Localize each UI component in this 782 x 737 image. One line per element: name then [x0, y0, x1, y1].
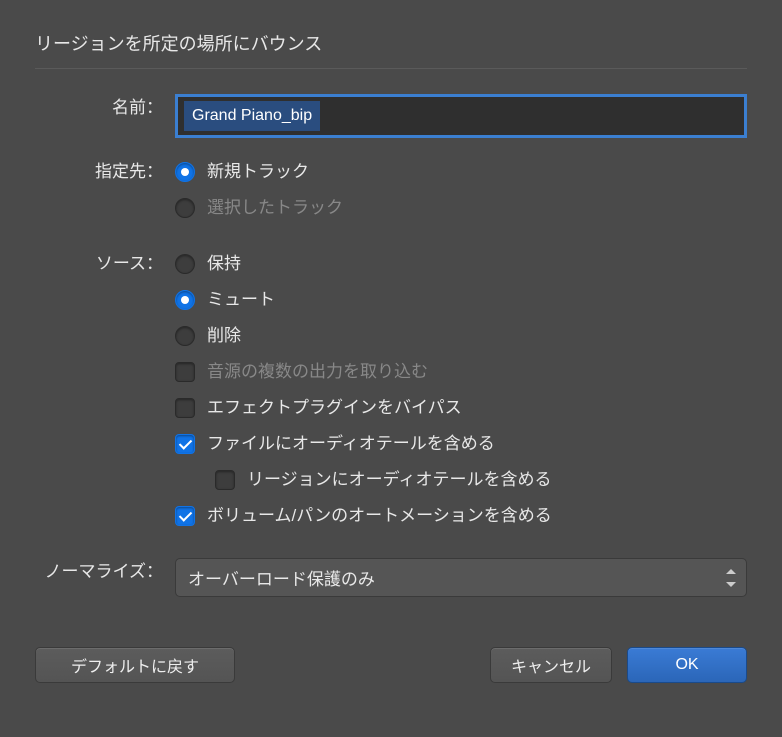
updown-icon — [724, 568, 738, 588]
radio-label: ミュート — [207, 286, 275, 314]
restore-defaults-button[interactable]: デフォルトに戻す — [35, 647, 235, 683]
checkbox-label: 音源の複数の出力を取り込む — [207, 358, 428, 386]
include-vol-pan-automation[interactable]: ボリューム/パンのオートメーションを含める — [175, 502, 747, 530]
checkbox-icon — [175, 362, 195, 382]
source-keep[interactable]: 保持 — [175, 250, 747, 278]
checkbox-label: エフェクトプラグインをバイパス — [207, 394, 462, 422]
dialog-title: リージョンを所定の場所にバウンス — [35, 30, 747, 56]
radio-icon — [175, 254, 195, 274]
checkbox-icon — [215, 470, 235, 490]
include-audio-tail-region[interactable]: リージョンにオーディオテールを含める — [215, 466, 747, 494]
destination-label: 指定先： — [35, 158, 175, 186]
radio-label: 削除 — [207, 322, 241, 350]
radio-label: 選択したトラック — [207, 194, 343, 222]
radio-icon — [175, 162, 195, 182]
radio-icon — [175, 290, 195, 310]
checkbox-label: ファイルにオーディオテールを含める — [207, 430, 495, 458]
source-mute[interactable]: ミュート — [175, 286, 747, 314]
normalize-select[interactable]: オーバーロード保護のみ — [175, 558, 747, 597]
ok-button[interactable]: OK — [627, 647, 747, 683]
name-row: 名前： Grand Piano_bip — [35, 94, 747, 138]
select-value: オーバーロード保護のみ — [188, 570, 375, 589]
source-row: ソース： 保持 ミュート 削除 音源の複数の出力を取り込む エフェクトプラグイン… — [35, 250, 747, 538]
destination-new-track[interactable]: 新規トラック — [175, 158, 747, 186]
normalize-row: ノーマライズ： オーバーロード保護のみ — [35, 558, 747, 597]
destination-selected-track: 選択したトラック — [175, 194, 747, 222]
destination-row: 指定先： 新規トラック 選択したトラック — [35, 158, 747, 230]
cancel-button[interactable]: キャンセル — [490, 647, 612, 683]
source-label: ソース： — [35, 250, 175, 278]
name-input-wrap[interactable]: Grand Piano_bip — [175, 94, 747, 138]
bypass-fx[interactable]: エフェクトプラグインをバイパス — [175, 394, 747, 422]
name-input[interactable]: Grand Piano_bip — [184, 101, 320, 131]
include-audio-tail-file[interactable]: ファイルにオーディオテールを含める — [175, 430, 747, 458]
normalize-label: ノーマライズ： — [35, 558, 175, 586]
include-multi-output: 音源の複数の出力を取り込む — [175, 358, 747, 386]
radio-label: 保持 — [207, 250, 241, 278]
checkbox-icon — [175, 506, 195, 526]
source-delete[interactable]: 削除 — [175, 322, 747, 350]
title-divider — [35, 68, 747, 69]
radio-icon — [175, 198, 195, 218]
radio-icon — [175, 326, 195, 346]
checkbox-label: ボリューム/パンのオートメーションを含める — [207, 502, 552, 530]
checkbox-icon — [175, 434, 195, 454]
name-label: 名前： — [35, 94, 175, 122]
checkbox-icon — [175, 398, 195, 418]
checkbox-label: リージョンにオーディオテールを含める — [247, 466, 551, 494]
button-row: デフォルトに戻す キャンセル OK — [35, 647, 747, 683]
radio-label: 新規トラック — [207, 158, 309, 186]
